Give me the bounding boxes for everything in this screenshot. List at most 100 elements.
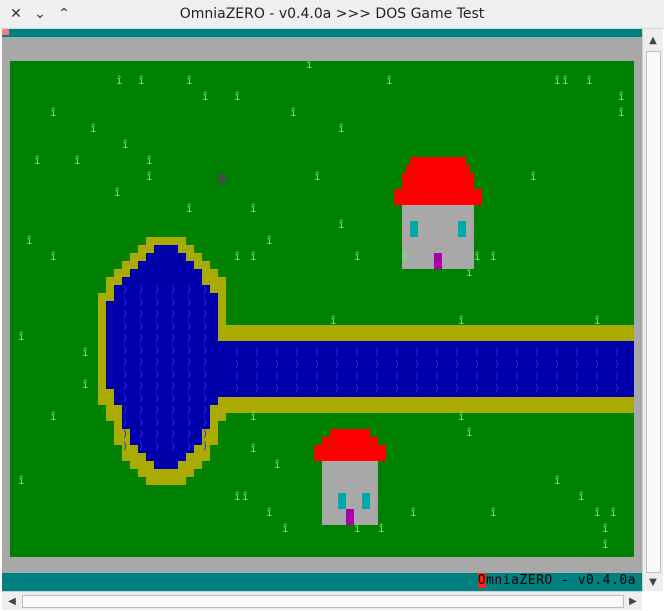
river-ripple: ): [414, 383, 420, 394]
river-ripple: ): [594, 371, 600, 382]
pond-ripple: ): [202, 345, 208, 356]
grass-tuft: î: [122, 138, 129, 151]
pond-ripple: ): [170, 429, 176, 440]
pond-ripple: ): [202, 297, 208, 308]
grass-tuft: î: [458, 410, 465, 423]
grass-tuft: î: [116, 74, 123, 87]
grass-tuft: î: [458, 314, 465, 327]
grass-tuft: î: [82, 346, 89, 359]
river-ripple: ): [374, 359, 380, 370]
scroll-left-icon[interactable]: ◀: [5, 594, 19, 608]
river-ripple: ): [394, 359, 400, 370]
grass-tuft: î: [306, 58, 313, 71]
grass-tuft: î: [18, 330, 25, 343]
river-ripple: ): [354, 347, 360, 358]
river-ripple: ): [614, 371, 620, 382]
river-ripple: ): [274, 347, 280, 358]
river-ripple: ): [334, 383, 340, 394]
pond-ripple: ): [170, 333, 176, 344]
house-large-window-r: [458, 221, 466, 237]
scroll-right-icon[interactable]: ▶: [626, 594, 640, 608]
grass-tuft: î: [186, 202, 193, 215]
grass-tuft: î: [82, 378, 89, 391]
scroll-up-icon[interactable]: ▲: [647, 33, 659, 47]
pond-ripple: ): [138, 357, 144, 368]
grass-tuft: î: [202, 90, 209, 103]
vertical-scrollbar[interactable]: ▲ ▼: [642, 29, 663, 591]
horizontal-scrollbar[interactable]: ◀ ▶: [2, 591, 642, 610]
river-ripple: ): [554, 371, 560, 382]
grass-tuft: î: [602, 538, 609, 551]
pond-ripple: ): [154, 309, 160, 320]
river-bank-bottom: [218, 397, 634, 413]
pond-ripple: ): [186, 429, 192, 440]
pond-ripple: ): [122, 441, 128, 452]
grass-tuft: î: [250, 442, 257, 455]
pond-ripple: ): [154, 381, 160, 392]
status-text: mniaZERO - v0.4.0a: [486, 573, 636, 588]
grass-tuft: î: [554, 474, 561, 487]
river-water: [218, 341, 634, 397]
river-ripple: ): [234, 371, 240, 382]
pond-ripple: ): [138, 429, 144, 440]
grass-tuft: î: [50, 250, 57, 263]
river-ripple: ): [534, 359, 540, 370]
grass-tuft: î: [186, 74, 193, 87]
pond-ripple: ): [186, 369, 192, 380]
grass-tuft: î: [610, 506, 617, 519]
river-ripple: ): [454, 383, 460, 394]
house-large-roof-1: [410, 157, 466, 165]
pond-ripple: ): [154, 441, 160, 452]
pond-ripple: ): [122, 321, 128, 332]
river-ripple: ): [254, 359, 260, 370]
grass-tuft: î: [314, 170, 321, 183]
horizontal-scroll-thumb[interactable]: [22, 595, 624, 608]
pond-ripple: ): [154, 285, 160, 296]
grass-tuft: î: [490, 250, 497, 263]
grass-tuft: î: [594, 506, 601, 519]
pond-ripple: ): [122, 381, 128, 392]
vertical-scroll-thumb[interactable]: [646, 51, 661, 573]
pond-ripple: ): [122, 429, 128, 440]
house-small-window-r: [362, 493, 370, 509]
pond-ripple: ): [138, 321, 144, 332]
grass-tuft: î: [586, 74, 593, 87]
grass-tuft: î: [234, 90, 241, 103]
river-ripple: ): [234, 383, 240, 394]
river-ripple: ): [514, 359, 520, 370]
grass-tuft: î: [354, 250, 361, 263]
status-cursor: O: [477, 573, 487, 588]
river-ripple: ): [514, 371, 520, 382]
pond-ripple: ): [154, 321, 160, 332]
pond-ripple: ): [202, 309, 208, 320]
pond-ripple: ): [170, 441, 176, 452]
game-viewport[interactable]: ))))))))))))))))))))))))))))))))))))))))…: [2, 29, 642, 591]
river-ripple: ): [454, 359, 460, 370]
river-ripple: ): [474, 359, 480, 370]
grass-tuft: î: [50, 106, 57, 119]
pond-ripple: ): [202, 417, 208, 428]
river-ripple: ): [294, 371, 300, 382]
river-ripple: ): [614, 347, 620, 358]
pond-ripple: ): [138, 381, 144, 392]
pond-ripple: ): [154, 429, 160, 440]
pond-ripple: ): [170, 369, 176, 380]
grass-tuft: î: [330, 314, 337, 327]
pond-ripple: ): [170, 285, 176, 296]
river-ripple: ): [314, 371, 320, 382]
grass-tuft: î: [530, 170, 537, 183]
grass-tuft: î: [250, 250, 257, 263]
house-small-roof-2: [322, 437, 378, 445]
grass-tuft: î: [338, 122, 345, 135]
house-large-roof-2: [406, 165, 470, 173]
grass-tuft: î: [146, 154, 153, 167]
river-ripple: ): [314, 383, 320, 394]
pond-ripple: ): [170, 405, 176, 416]
scroll-down-icon[interactable]: ▼: [647, 575, 659, 589]
river-ripple: ): [454, 347, 460, 358]
pond-water-10: [122, 405, 210, 413]
river-ripple: ): [374, 347, 380, 358]
river-ripple: ): [234, 347, 240, 358]
river-ripple: ): [374, 371, 380, 382]
pond-ripple: ): [154, 357, 160, 368]
